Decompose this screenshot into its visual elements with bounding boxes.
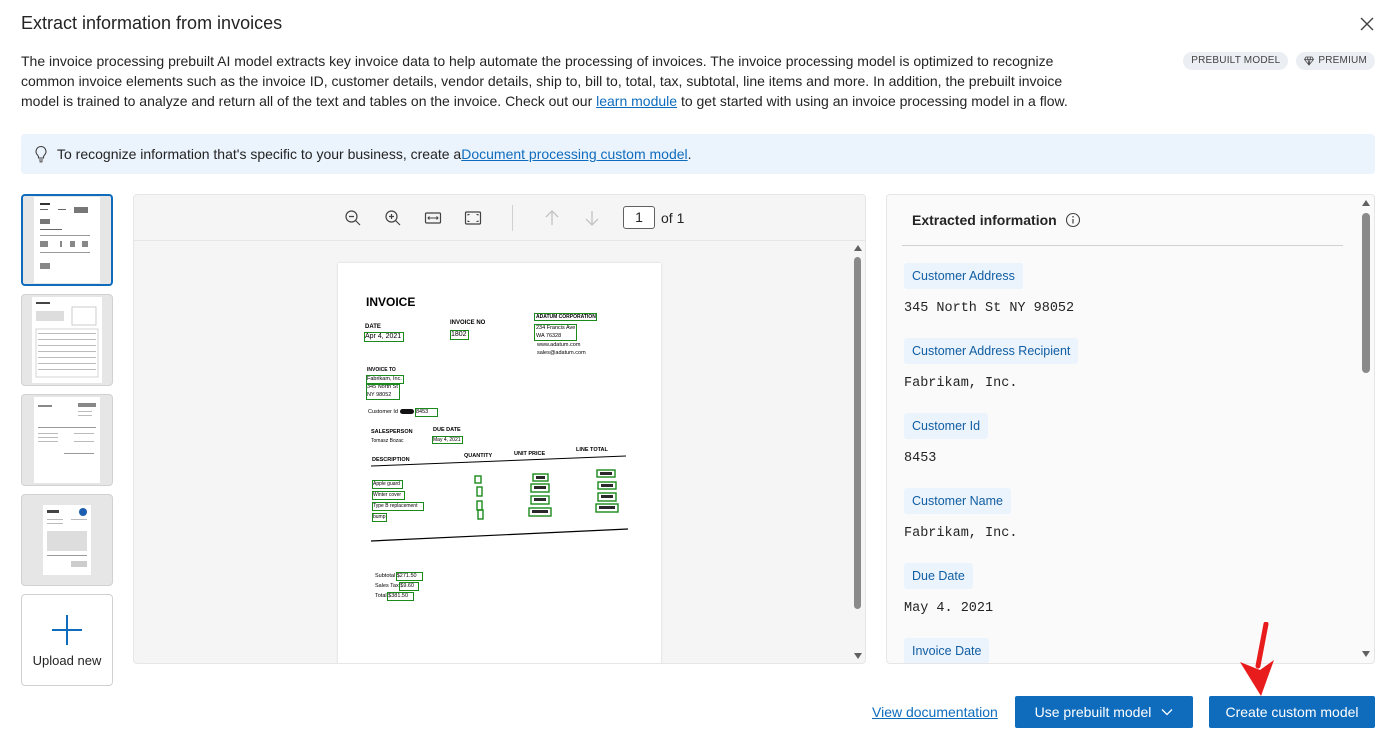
next-page-button[interactable] (583, 209, 601, 227)
fit-page-icon (464, 210, 482, 225)
create-custom-model-button[interactable]: Create custom model (1209, 696, 1375, 728)
field-value: Fabrikam, Inc. (904, 376, 1018, 391)
extracted-scrollbar[interactable] (1358, 195, 1374, 663)
upload-new-button[interactable]: Upload new (21, 594, 113, 686)
create-custom-model-label: Create custom model (1225, 704, 1359, 720)
extracted-header: Extracted information (902, 195, 1343, 246)
viewer-scrollbar-thumb[interactable] (854, 257, 861, 609)
close-icon (1360, 17, 1374, 31)
info-message-suffix: . (687, 146, 692, 162)
info-message-bar: To recognize information that's specific… (21, 134, 1375, 174)
field-label: Customer Id (904, 413, 989, 439)
field-value: 345 North St NY 98052 (904, 301, 1075, 316)
use-prebuilt-model-label: Use prebuilt model (1034, 704, 1152, 720)
thumbnail-page (32, 297, 102, 383)
info-message-text: To recognize information that's specific… (57, 146, 462, 162)
invoice-totals: Subtotal $271.50 Sales Tax $9.60 Total $… (375, 571, 423, 601)
learn-module-link[interactable]: learn module (596, 93, 677, 109)
prebuilt-badge-label: PREBUILT MODEL (1191, 55, 1281, 66)
upload-new-label: Upload new (32, 652, 102, 668)
field-value: May 4. 2021 (904, 601, 994, 616)
custom-model-link[interactable]: Document processing custom model (461, 146, 687, 162)
extracted-fields: Customer Address 345 North St NY 98052 C… (904, 263, 1344, 663)
arrow-up-icon (545, 209, 559, 225)
prebuilt-model-badge: PREBUILT MODEL (1183, 52, 1289, 70)
zoom-in-button[interactable] (384, 209, 402, 227)
invoice-graphics (370, 455, 629, 542)
field-value: 8453 (904, 451, 937, 466)
description-text-2: to get started with using an invoice pro… (677, 93, 1068, 109)
fit-width-icon (424, 211, 442, 224)
diamond-icon (1304, 56, 1315, 66)
close-button[interactable] (1357, 14, 1377, 34)
sample-document-thumbnail[interactable] (21, 194, 113, 286)
viewer-canvas: INVOICE DATE Apr 4, 2021 INVOICE NO 1802… (134, 241, 865, 663)
premium-badge-label: PREMIUM (1318, 55, 1367, 66)
field-invoice-date[interactable]: Invoice Date (904, 638, 1344, 663)
field-due-date[interactable]: Due Date May 4. 2021 (904, 563, 1344, 616)
subtotal-label: Subtotal (375, 573, 396, 579)
field-value: Fabrikam, Inc. (904, 526, 1018, 541)
line-items: Apple guard Winter cover Type B replacem… (372, 479, 424, 523)
document-thumbnail-3[interactable] (21, 394, 113, 486)
page-number-input[interactable]: 1 (623, 206, 655, 229)
scroll-down-icon (854, 653, 862, 659)
scroll-up-icon (1362, 200, 1370, 206)
thumbnail-page (34, 397, 100, 483)
field-label: Customer Name (904, 488, 1011, 514)
premium-badge: PREMIUM (1296, 52, 1375, 70)
fit-page-button[interactable] (464, 209, 482, 227)
field-label: Customer Address (904, 263, 1023, 289)
extracted-information-panel: Extracted information Customer Address 3… (886, 194, 1375, 664)
model-badges: PREBUILT MODEL PREMIUM (1183, 52, 1375, 70)
field-label: Customer Address Recipient (904, 338, 1079, 364)
lightbulb-icon (33, 145, 49, 163)
thumbnail-page (34, 197, 100, 283)
plus-icon (52, 614, 82, 645)
extracted-scrollbar-thumb[interactable] (1362, 213, 1370, 373)
dialog-description: The invoice processing prebuilt AI model… (21, 51, 1091, 111)
chevron-down-icon (1161, 709, 1173, 716)
view-documentation-link[interactable]: View documentation (872, 704, 998, 720)
dialog-title: Extract information from invoices (21, 13, 283, 33)
thumbnail-page (43, 505, 91, 575)
use-prebuilt-model-button[interactable]: Use prebuilt model (1015, 696, 1193, 728)
scroll-down-icon (1362, 651, 1370, 657)
document-viewer: 1 of 1 INVOICE DATE Apr 4, 2021 INVOICE … (133, 194, 866, 664)
viewer-scrollbar[interactable] (851, 241, 865, 663)
field-customer-address-recipient[interactable]: Customer Address Recipient Fabrikam, Inc… (904, 338, 1344, 391)
fit-width-button[interactable] (424, 209, 442, 227)
document-thumbnail-2[interactable] (21, 294, 113, 386)
previous-page-button[interactable] (543, 209, 561, 227)
info-icon[interactable] (1065, 212, 1081, 228)
document-thumbnails: Upload new (21, 194, 113, 686)
field-label: Due Date (904, 563, 973, 589)
page-count-label: of 1 (661, 209, 685, 226)
invoice-page: INVOICE DATE Apr 4, 2021 INVOICE NO 1802… (338, 263, 661, 663)
field-customer-address[interactable]: Customer Address 345 North St NY 98052 (904, 263, 1344, 316)
extracted-header-title: Extracted information (912, 212, 1057, 228)
total-label: Total (375, 593, 387, 599)
zoom-out-button[interactable] (344, 209, 362, 227)
toolbar-divider (512, 204, 513, 231)
field-customer-name[interactable]: Customer Name Fabrikam, Inc. (904, 488, 1344, 541)
document-thumbnail-4[interactable] (21, 494, 113, 586)
field-customer-id[interactable]: Customer Id 8453 (904, 413, 1344, 466)
arrow-down-icon (585, 210, 599, 226)
zoom-out-icon (345, 209, 361, 225)
sales-tax-label: Sales Tax (375, 583, 399, 589)
scroll-up-icon (854, 245, 862, 251)
zoom-in-icon (385, 209, 401, 225)
viewer-toolbar: 1 of 1 (134, 195, 865, 241)
field-label: Invoice Date (904, 638, 990, 663)
